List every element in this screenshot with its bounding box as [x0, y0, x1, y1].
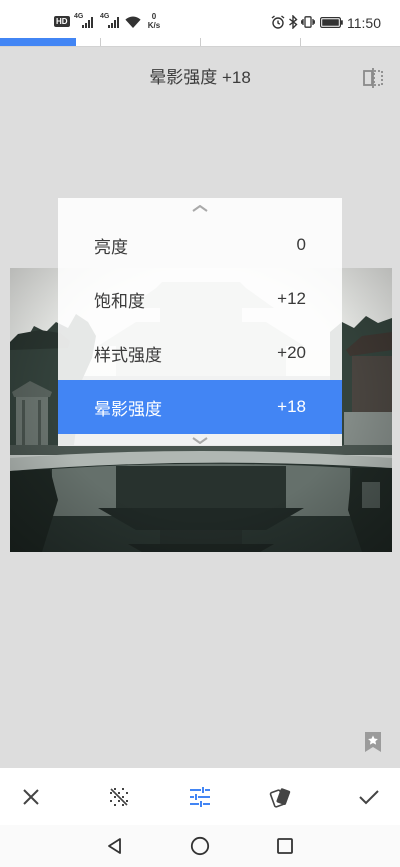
cancel-button[interactable]	[9, 768, 53, 825]
close-icon	[23, 788, 39, 805]
vibrate-icon	[301, 16, 315, 28]
adjust-menu: 亮度 0 饱和度 +12 样式强度 +20 晕影强度 +18	[58, 198, 342, 446]
noise-icon	[110, 787, 128, 806]
segment-divider	[100, 38, 101, 46]
menu-item-vignette-strength[interactable]: 晕影强度 +18	[58, 380, 342, 434]
bookmark-star-icon	[365, 732, 381, 752]
back-icon	[108, 838, 121, 854]
menu-item-label: 亮度	[94, 237, 128, 257]
home-icon	[190, 836, 210, 856]
network-speed: 0 K/s	[145, 12, 163, 30]
sim2-signal: 4G	[100, 13, 122, 29]
menu-item-saturation[interactable]: 饱和度 +12	[58, 272, 342, 326]
system-nav-bar	[0, 825, 400, 867]
chevron-up-icon	[192, 204, 208, 212]
segment-divider	[300, 38, 301, 46]
menu-item-style-strength[interactable]: 样式强度 +20	[58, 326, 342, 380]
sim1-signal: 4G	[74, 13, 96, 29]
signal-icon	[82, 17, 93, 28]
menu-item-label: 样式强度	[94, 345, 162, 365]
progress-fill	[0, 38, 76, 46]
menu-item-label: 晕影强度	[94, 399, 162, 419]
compare-icon	[363, 68, 383, 88]
texture-button[interactable]	[97, 768, 141, 825]
clock-time: 11:50	[347, 15, 381, 31]
wifi-icon	[125, 16, 141, 28]
check-icon	[359, 789, 379, 804]
apply-button[interactable]	[347, 768, 391, 825]
chevron-down-icon	[192, 436, 208, 444]
status-bar: HD 4G 4G 0 K/s 11:50	[0, 0, 400, 38]
nav-home-button[interactable]	[178, 825, 222, 867]
hd-icon: HD	[54, 16, 70, 27]
nav-back-button[interactable]	[93, 825, 137, 867]
save-style-button[interactable]	[364, 731, 382, 753]
compare-button[interactable]	[362, 68, 384, 88]
styles-icon	[269, 787, 291, 808]
segment-divider	[200, 38, 201, 46]
tune-button[interactable]	[178, 768, 222, 825]
tune-icon	[190, 786, 210, 807]
recents-icon	[277, 838, 293, 854]
battery-icon	[320, 17, 343, 28]
signal-icon	[108, 17, 119, 28]
scroll-up-button[interactable]	[58, 198, 342, 218]
bluetooth-icon	[289, 15, 298, 29]
scroll-down-button[interactable]	[58, 434, 342, 446]
menu-item-value: 0	[296, 235, 306, 254]
menu-item-value: +12	[277, 289, 306, 308]
alarm-icon	[271, 15, 285, 29]
net-speed-value: 0	[151, 12, 157, 21]
menu-item-label: 饱和度	[94, 291, 145, 311]
nav-recents-button[interactable]	[263, 825, 307, 867]
menu-item-value: +18	[277, 397, 306, 416]
progress-indicator	[0, 38, 400, 47]
menu-item-value: +20	[277, 343, 306, 362]
menu-item-brightness[interactable]: 亮度 0	[58, 218, 342, 272]
page-title: 晕影强度 +18	[149, 68, 251, 87]
net-speed-unit: K/s	[147, 21, 161, 30]
bottom-toolbar	[0, 768, 400, 825]
styles-button[interactable]	[258, 768, 302, 825]
